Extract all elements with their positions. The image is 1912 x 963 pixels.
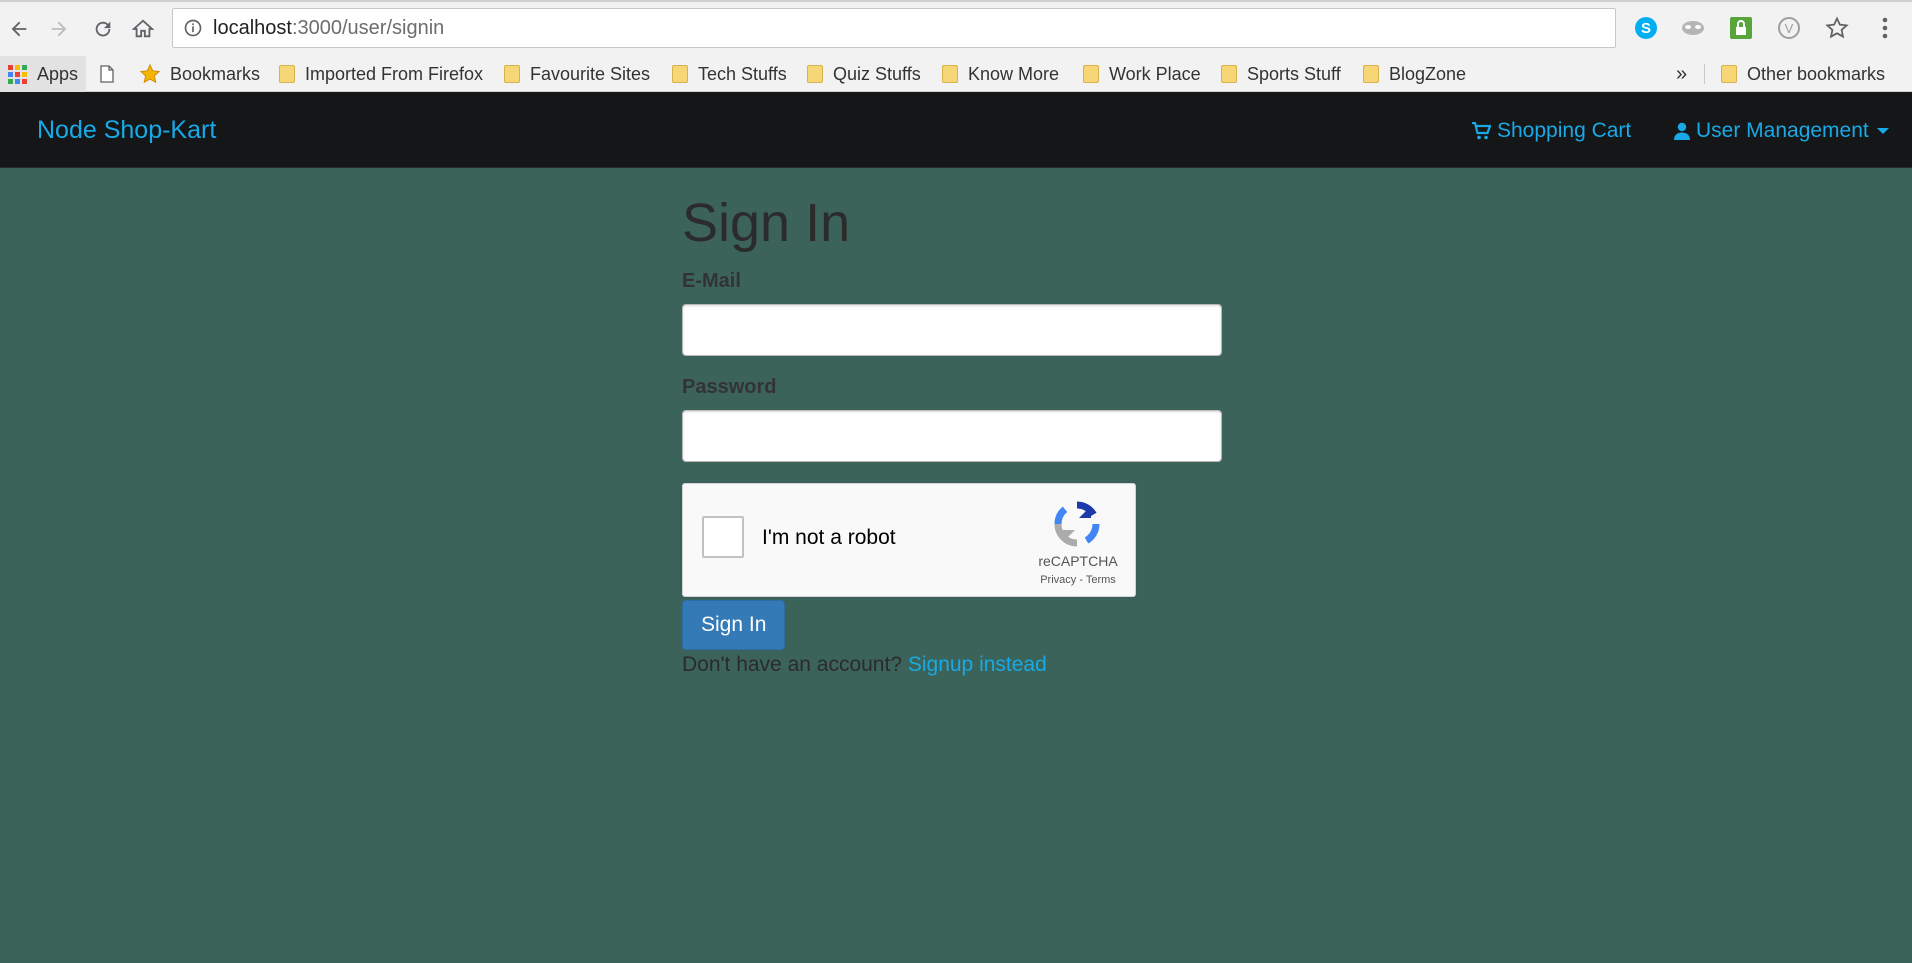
forward-button[interactable] — [44, 14, 74, 44]
overflow-chevron: » — [1676, 62, 1688, 85]
bookmarks-bar: Apps Bookmarks Imported From Firefox Fav… — [0, 56, 1912, 92]
svg-text:S: S — [1641, 20, 1651, 37]
bookmark-other[interactable]: Other bookmarks — [1721, 56, 1885, 92]
folder-icon — [1083, 65, 1099, 83]
signin-form: Sign In E-Mail Password I'm not a robot … — [682, 168, 1222, 676]
user-management-label: User Management — [1696, 119, 1869, 142]
vimeo-extension-icon[interactable]: V — [1775, 14, 1803, 42]
signup-link[interactable]: Signup instead — [908, 653, 1047, 676]
signup-prompt-text: Don't have an account? — [682, 653, 902, 676]
lock-extension-icon[interactable] — [1727, 14, 1755, 42]
reload-icon — [95, 21, 111, 37]
apps-grid-icon — [8, 64, 27, 84]
bookmark-label: Tech Stuffs — [698, 63, 787, 84]
bookmark-imported-firefox[interactable]: Imported From Firefox — [279, 56, 484, 92]
shopping-cart-link[interactable]: Shopping Cart — [1471, 119, 1631, 143]
folder-icon — [807, 65, 823, 83]
mask-extension-icon[interactable] — [1679, 14, 1707, 42]
forward-arrow-icon — [51, 21, 67, 37]
recaptcha-links[interactable]: Privacy - Terms — [1033, 574, 1123, 586]
star-icon — [139, 63, 161, 84]
bookmark-work-place[interactable]: Work Place — [1083, 56, 1201, 92]
browser-toolbar: localhost:3000/user/signin S V — [0, 0, 1912, 56]
bookmark-know-more[interactable]: Know More — [942, 56, 1059, 92]
recaptcha-brand: reCAPTCHA — [1038, 553, 1118, 569]
back-arrow-icon — [11, 21, 27, 37]
home-button[interactable] — [128, 14, 158, 44]
bookmark-sports-stuff[interactable]: Sports Stuff — [1221, 56, 1341, 92]
password-field[interactable] — [682, 410, 1222, 462]
email-label: E-Mail — [682, 270, 741, 292]
bookmark-apps[interactable]: Apps — [0, 56, 87, 92]
user-icon — [1674, 122, 1690, 140]
folder-icon — [942, 65, 958, 83]
url-text: localhost:3000/user/signin — [213, 17, 444, 40]
folder-icon — [1221, 65, 1237, 83]
back-button[interactable] — [4, 14, 34, 44]
bookmark-page[interactable] — [100, 56, 114, 92]
bookmark-blogzone[interactable]: BlogZone — [1363, 56, 1466, 92]
bookmarks-divider — [1704, 64, 1705, 84]
bookmark-star-icon[interactable] — [1823, 14, 1851, 42]
caret-down-icon — [1876, 128, 1889, 134]
signup-prompt: Don't have an account? Signup instead — [682, 653, 1047, 677]
bookmark-label: Sports Stuff — [1247, 63, 1341, 84]
tab-strip-edge — [0, 0, 1912, 2]
recaptcha-widget: I'm not a robot reCAPTCHA Privacy - Term… — [682, 483, 1136, 597]
bookmark-label: Favourite Sites — [530, 63, 651, 84]
bookmark-favourite-sites[interactable]: Favourite Sites — [504, 56, 650, 92]
shopping-cart-icon — [1472, 122, 1491, 140]
folder-icon — [672, 65, 688, 83]
bookmark-label: BlogZone — [1389, 63, 1467, 84]
site-info-icon[interactable] — [183, 18, 209, 38]
recaptcha-label: I'm not a robot — [762, 526, 896, 549]
folder-icon — [1363, 65, 1379, 83]
bookmark-bookmarks[interactable]: Bookmarks — [139, 56, 260, 92]
page-title: Sign In — [682, 193, 851, 253]
bookmarks-overflow-button[interactable]: » — [1676, 56, 1687, 92]
bookmark-label: Work Place — [1109, 63, 1201, 84]
email-field[interactable] — [682, 304, 1222, 356]
bookmark-label: Other bookmarks — [1747, 63, 1886, 84]
skype-extension-icon[interactable]: S — [1632, 14, 1660, 42]
bookmark-label: Know More — [968, 63, 1060, 84]
recaptcha-checkbox[interactable] — [702, 516, 744, 558]
reload-button[interactable] — [88, 14, 118, 44]
address-bar[interactable]: localhost:3000/user/signin — [172, 8, 1616, 48]
bookmark-tech-stuffs[interactable]: Tech Stuffs — [672, 56, 787, 92]
bookmark-label: Bookmarks — [170, 63, 261, 84]
bookmark-label: Quiz Stuffs — [833, 63, 921, 84]
bookmark-quiz-stuffs[interactable]: Quiz Stuffs — [807, 56, 921, 92]
bookmark-label: Imported From Firefox — [305, 63, 484, 84]
folder-icon — [279, 65, 295, 83]
brand-link[interactable]: Node Shop-Kart — [37, 116, 216, 145]
browser-menu-icon[interactable] — [1871, 14, 1899, 42]
bookmark-label: Apps — [37, 63, 79, 84]
recaptcha-logo-icon — [1054, 501, 1100, 547]
user-management-dropdown[interactable]: User Management — [1674, 119, 1889, 143]
password-label: Password — [682, 376, 777, 398]
url-path: :3000/user/signin — [291, 16, 445, 39]
svg-text:V: V — [1785, 21, 1794, 36]
signin-button[interactable]: Sign In — [682, 600, 786, 650]
folder-icon — [504, 65, 520, 83]
home-icon — [132, 19, 154, 38]
shopping-cart-label: Shopping Cart — [1497, 119, 1632, 142]
app-navbar: Node Shop-Kart Shopping Cart User Manage… — [0, 92, 1912, 168]
folder-icon — [1721, 65, 1737, 83]
page-icon — [100, 65, 114, 83]
url-host: localhost — [213, 16, 292, 39]
